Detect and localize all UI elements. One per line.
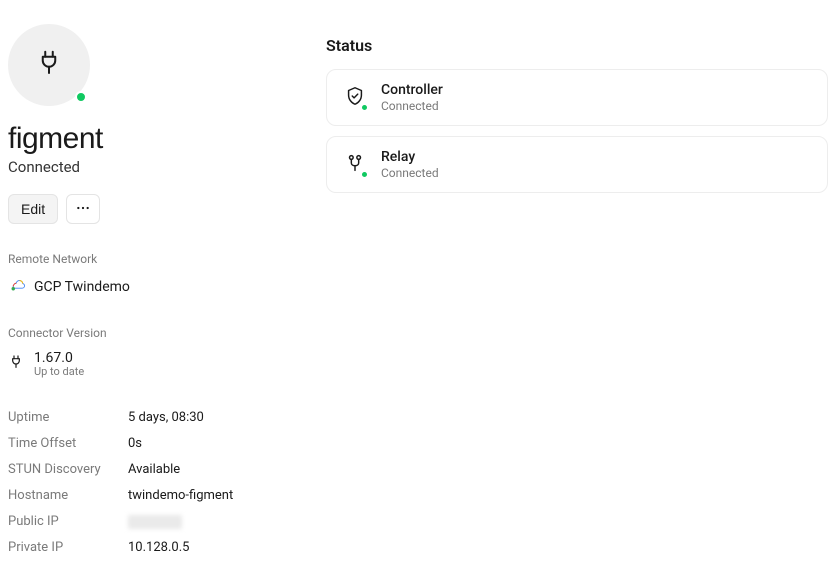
- detail-val: twindemo-figment: [128, 488, 233, 503]
- status-dot: [75, 91, 87, 103]
- detail-row-stun: STUN Discovery Available: [8, 457, 318, 483]
- detail-key: Uptime: [8, 410, 128, 425]
- connector-version-status: Up to date: [34, 366, 84, 379]
- connector-version-value: 1.67.0: [34, 350, 84, 366]
- status-heading: Status: [326, 36, 828, 55]
- detail-key: Time Offset: [8, 436, 128, 451]
- status-icon-wrap: [343, 86, 367, 110]
- connector-version-row: 1.67.0 Up to date: [8, 350, 318, 379]
- remote-network-name: GCP Twindemo: [34, 279, 130, 295]
- more-icon: [75, 200, 91, 219]
- gcp-icon: [8, 276, 26, 298]
- connector-avatar: [8, 24, 90, 106]
- action-buttons: Edit: [8, 194, 318, 224]
- status-state: Connected: [381, 99, 443, 113]
- detail-val: 5 days, 08:30: [128, 410, 204, 425]
- status-name: Relay: [381, 149, 439, 166]
- sidebar-details: figment Connected Edit Remote Network GC…: [8, 24, 318, 529]
- status-card-controller[interactable]: Controller Connected: [326, 69, 828, 126]
- detail-key: Private IP: [8, 540, 128, 555]
- plug-icon: [8, 354, 24, 374]
- detail-val: 10.128.0.5: [128, 540, 189, 555]
- status-dot: [360, 170, 369, 179]
- edit-button[interactable]: Edit: [8, 194, 58, 224]
- detail-val-redacted: [128, 515, 182, 529]
- detail-row-private-ip: Private IP 10.128.0.5: [8, 535, 318, 561]
- detail-val: Available: [128, 462, 180, 477]
- status-name: Controller: [381, 82, 443, 99]
- detail-key: STUN Discovery: [8, 462, 128, 477]
- connector-name: figment: [8, 122, 318, 156]
- more-button[interactable]: [66, 194, 100, 224]
- status-card-relay[interactable]: Relay Connected: [326, 136, 828, 193]
- connection-state: Connected: [8, 158, 318, 176]
- detail-row-public-ip: Public IP: [8, 509, 318, 535]
- connector-version-label: Connector Version: [8, 326, 318, 340]
- detail-key: Public IP: [8, 514, 128, 529]
- remote-network-row[interactable]: GCP Twindemo: [8, 276, 318, 298]
- status-dot: [360, 103, 369, 112]
- remote-network-label: Remote Network: [8, 252, 318, 266]
- status-state: Connected: [381, 166, 439, 180]
- detail-row-hostname: Hostname twindemo-figment: [8, 483, 318, 509]
- details-table: Uptime 5 days, 08:30 Time Offset 0s STUN…: [8, 405, 318, 561]
- detail-row-time-offset: Time Offset 0s: [8, 431, 318, 457]
- detail-row-uptime: Uptime 5 days, 08:30: [8, 405, 318, 431]
- status-icon-wrap: [343, 153, 367, 177]
- detail-val: 0s: [128, 436, 142, 451]
- detail-key: Hostname: [8, 488, 128, 503]
- status-panel: Status Controller Connected: [318, 24, 828, 529]
- plug-icon: [34, 48, 64, 82]
